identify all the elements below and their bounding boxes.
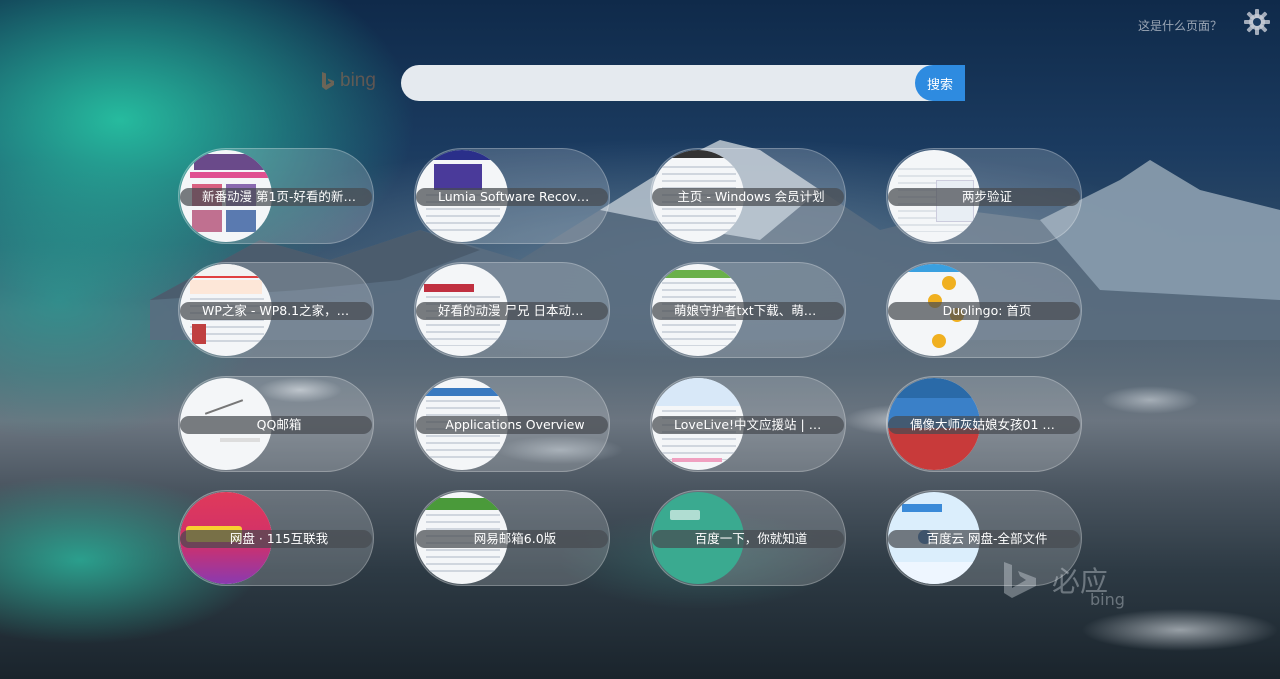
tile-label: WP之家 - WP8.1之家，WP10之家 [180,302,372,320]
tile-label: 好看的动漫 尸兄 日本动漫 动漫 [416,302,608,320]
tile-baidu[interactable]: 百度一下，你就知道 [650,490,846,586]
tile-label: 新番动漫 第1页-好看的新番动漫 [180,188,372,206]
watermark-en: bing [1090,590,1125,609]
tile-label: 网盘 · 115互联我 [180,530,372,548]
tile-label: 百度一下，你就知道 [652,530,844,548]
tile-applications-overview[interactable]: Applications Overview [414,376,610,472]
tile-lovelive-cn[interactable]: LoveLive!中文应援站 | ☆LoveLive [650,376,846,472]
tile-two-step-verification[interactable]: 两步验证 [886,148,1082,244]
tile-label: Applications Overview [416,416,608,434]
tile-lumia-recovery[interactable]: Lumia Software Recovery Tool [414,148,610,244]
tile-anime-shixiong[interactable]: 好看的动漫 尸兄 日本动漫 动漫 [414,262,610,358]
tile-new-anime[interactable]: 新番动漫 第1页-好看的新番动漫 [178,148,374,244]
tile-duolingo[interactable]: Duolingo: 首页 [886,262,1082,358]
search-button[interactable]: 搜索 [915,65,965,101]
tile-label: 偶像大师灰姑娘女孩01 偶像大师 [888,416,1080,434]
what-is-this-page-link[interactable]: 这是什么页面？ [1138,17,1222,34]
tile-label: Duolingo: 首页 [888,302,1080,320]
bing-b-icon [322,72,334,90]
tile-label: Lumia Software Recovery Tool [416,188,608,206]
bing-play-icon [1004,562,1036,598]
tile-label: 百度云 网盘-全部文件 [888,530,1080,548]
tile-label: 主页 - Windows 会员计划 [652,188,844,206]
bing-logo-text: bing [340,70,376,91]
gear-icon[interactable] [1244,9,1270,35]
tile-label: LoveLive!中文应援站 | ☆LoveLive [652,416,844,434]
tile-moe-guardian[interactable]: 萌娘守护者txt下载、萌娘守护者 [650,262,846,358]
tile-wp-home[interactable]: WP之家 - WP8.1之家，WP10之家 [178,262,374,358]
tile-115-netdisk[interactable]: 网盘 · 115互联我 [178,490,374,586]
search-input[interactable] [401,65,937,101]
bing-logo: bing [320,70,376,92]
tile-label: QQ邮箱 [180,416,372,434]
tile-label: 萌娘守护者txt下载、萌娘守护者 [652,302,844,320]
tile-qq-mail[interactable]: QQ邮箱 [178,376,374,472]
search-bar: 搜索 [401,65,965,101]
tile-label: 网易邮箱6.0版 [416,530,608,548]
tile-163-mail[interactable]: 网易邮箱6.0版 [414,490,610,586]
tile-label: 两步验证 [888,188,1080,206]
tile-idolmaster-cinderella[interactable]: 偶像大师灰姑娘女孩01 偶像大师 [886,376,1082,472]
bing-watermark: 必应 bing [1000,560,1125,609]
tile-windows-insider[interactable]: 主页 - Windows 会员计划 [650,148,846,244]
